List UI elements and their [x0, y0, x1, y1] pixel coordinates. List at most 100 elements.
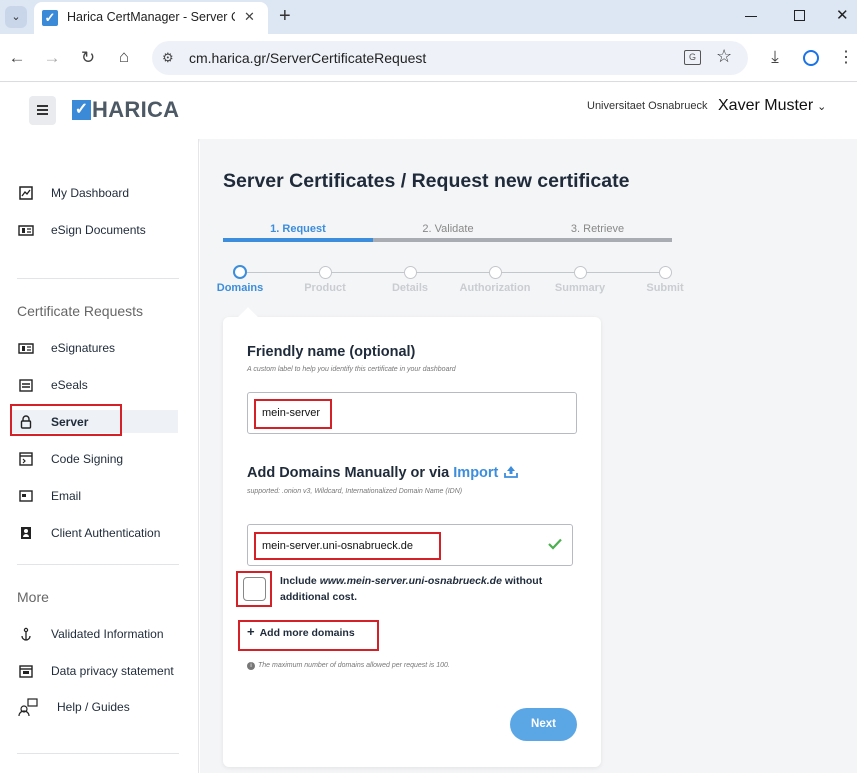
step-dot-submit: [659, 266, 672, 279]
email-card-icon: [18, 488, 34, 504]
sidebar-item-help-guides[interactable]: Help / Guides: [18, 696, 130, 718]
reload-icon[interactable]: ↻: [77, 48, 99, 68]
tab-list-button[interactable]: ⌄: [5, 6, 27, 28]
steps-line: [247, 272, 665, 273]
include-domain: www.mein-server.uni-osnabrueck.de: [319, 575, 502, 587]
sidebar-item-esignatures[interactable]: eSignatures: [18, 337, 115, 359]
home-icon[interactable]: ⌂: [113, 47, 135, 67]
step-label-authorization: Authorization: [459, 282, 531, 294]
sidebar-item-validated-information[interactable]: Validated Information: [18, 623, 164, 645]
friendly-name-title: Friendly name (optional): [247, 344, 416, 360]
card-pointer: [238, 307, 258, 327]
domains-hint: supported: .onion v3, Wildcard, Internat…: [247, 488, 463, 495]
phase-progress-rest: [373, 238, 672, 242]
new-tab-icon[interactable]: +: [279, 5, 291, 28]
anchor-icon: [18, 626, 34, 642]
sidebar-item-label: Email: [51, 489, 82, 503]
hamburger-icon: [37, 105, 48, 115]
step-label-submit: Submit: [646, 282, 684, 294]
step-label-domains: Domains: [216, 282, 264, 294]
maximize-icon[interactable]: [794, 10, 805, 21]
sidebar-section-title: More: [17, 589, 49, 605]
sidebar-item-eseals[interactable]: eSeals: [18, 374, 88, 396]
sidebar-divider: [17, 564, 179, 565]
esign-icon: [18, 340, 34, 356]
sidebar-item-label: My Dashboard: [51, 186, 130, 200]
annotation-highlight-checkbox: [236, 571, 272, 607]
sidebar-item-label: Code Signing: [51, 452, 124, 466]
esign-icon: [18, 222, 34, 238]
step-dot-summary: [574, 266, 587, 279]
sidebar-divider: [17, 278, 179, 279]
profile-icon[interactable]: [803, 50, 819, 66]
url-text: cm.harica.gr/ServerCertificateRequest: [189, 50, 427, 66]
step-dot-domains: [233, 265, 247, 279]
max-domains-text: The maximum number of domains allowed pe…: [258, 662, 450, 669]
sidebar-item-email[interactable]: Email: [18, 485, 81, 507]
logo-text: HARICA: [92, 97, 180, 122]
step-label-product: Product: [304, 282, 346, 294]
sidebar-item-label: Data privacy statement: [51, 664, 174, 678]
page-title: Server Certificates / Request new certif…: [223, 170, 630, 192]
badge-icon: [18, 525, 34, 541]
translate-icon[interactable]: G: [684, 50, 701, 65]
include-prefix: Include: [280, 575, 317, 587]
info-icon: i: [247, 662, 255, 670]
sidebar-item-code-signing[interactable]: Code Signing: [18, 448, 123, 470]
menu-toggle-button[interactable]: [29, 96, 56, 125]
friendly-name-hint: A custom label to help you identify this…: [247, 366, 456, 373]
terminal-icon: [18, 451, 34, 467]
step-label-summary: Summary: [554, 282, 606, 294]
phase-2. Validate: 2. Validate: [422, 223, 474, 235]
max-domains-note: i The maximum number of domains allowed p…: [247, 662, 450, 670]
annotation-highlight-friendly-name: [254, 399, 332, 429]
upload-icon[interactable]: [504, 465, 519, 478]
app-header: ✓ HARICA Universitaet Osnabrueck Xaver M…: [0, 83, 857, 139]
sidebar-item-client-authentication[interactable]: Client Authentication: [18, 522, 160, 544]
organization-name: Universitaet Osnabrueck: [587, 100, 708, 112]
sidebar-item-label: eSeals: [51, 378, 88, 392]
sidebar-item-data-privacy[interactable]: Data privacy statement: [18, 660, 174, 682]
sidebar-divider: [17, 753, 179, 754]
phase-progress-active: [223, 238, 373, 242]
browser-toolbar: ← → ↻ ⌂ ⚙ cm.harica.gr/ServerCertificate…: [0, 34, 857, 82]
help-icon: [18, 698, 38, 716]
annotation-highlight-add-more: [238, 620, 379, 651]
back-icon[interactable]: ←: [6, 48, 28, 68]
next-button[interactable]: Next: [510, 708, 577, 741]
minimize-icon[interactable]: [745, 16, 757, 17]
tab-close-icon[interactable]: ✕: [244, 9, 255, 25]
include-suffix-line2: additional cost.: [280, 590, 358, 603]
dashboard-icon: [18, 185, 34, 201]
forward-icon[interactable]: →: [41, 48, 63, 68]
download-icon[interactable]: ⤓: [764, 47, 786, 67]
sidebar-section-title: Certificate Requests: [17, 303, 144, 319]
main-content: Server Certificates / Request new certif…: [200, 139, 857, 773]
sidebar-item-esign-documents[interactable]: eSign Documents: [18, 219, 146, 241]
domains-title-row: Add Domains Manually or via Import: [247, 465, 519, 481]
include-www-label: Include www.mein-server.uni-osnabrueck.d…: [280, 574, 542, 605]
chevron-down-icon: ⌄: [817, 100, 827, 113]
menu-kebab-icon[interactable]: ⋮: [838, 47, 854, 67]
sidebar-item-dashboard[interactable]: My Dashboard: [18, 182, 129, 204]
annotation-highlight-domain: [254, 532, 441, 560]
phase-3. Retrieve: 3. Retrieve: [570, 223, 625, 235]
site-settings-icon[interactable]: ⚙: [162, 50, 174, 66]
step-dot-product: [319, 266, 332, 279]
browser-tab[interactable]: ✓ Harica CertManager - Server Ce ✕: [34, 2, 268, 34]
user-name: Xaver Muster: [718, 97, 814, 114]
valid-check-icon: [548, 537, 562, 555]
import-link[interactable]: Import: [453, 465, 498, 481]
address-bar[interactable]: ⚙ cm.harica.gr/ServerCertificateRequest …: [152, 41, 748, 75]
harica-logo: ✓ HARICA: [72, 97, 180, 122]
step-label-details: Details: [391, 282, 429, 294]
tab-title: Harica CertManager - Server Ce: [67, 10, 235, 24]
phase-1. Request: 1. Request: [270, 223, 326, 235]
bookmark-star-icon[interactable]: ☆: [716, 46, 732, 67]
sidebar-item-label: Help / Guides: [57, 700, 130, 714]
privacy-icon: [18, 663, 34, 679]
sidebar: My Dashboard eSign Documents Certificate…: [0, 139, 199, 773]
user-menu[interactable]: Xaver Muster ⌄: [718, 97, 826, 115]
close-icon[interactable]: ✕: [836, 6, 849, 24]
next-label: Next: [531, 718, 556, 730]
